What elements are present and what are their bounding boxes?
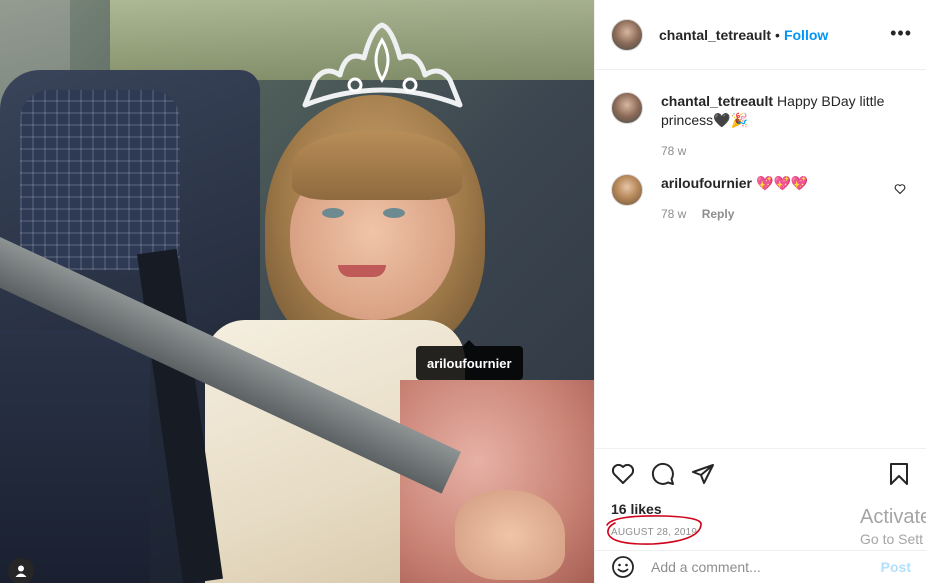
red-annotation-circle <box>606 515 702 545</box>
child-eye-left <box>322 208 344 218</box>
commenter-avatar[interactable] <box>611 92 643 124</box>
author-avatar[interactable] <box>611 18 643 51</box>
comment-item: chantal_tetreault Happy BDay little princ… <box>611 92 910 158</box>
more-options-button[interactable]: ••• <box>890 24 912 42</box>
like-button[interactable] <box>611 462 635 486</box>
comment-text: chantal_tetreault Happy BDay little princ… <box>661 92 901 130</box>
comment-item: ariloufournier 💖💖💖 78 w Reply <box>611 174 910 221</box>
comment-like-button[interactable] <box>894 182 906 200</box>
share-button[interactable] <box>691 462 715 486</box>
separator-dot: • <box>775 26 780 43</box>
comment-age[interactable]: 78 w <box>661 207 686 221</box>
user-tag-tooltip[interactable]: ariloufournier <box>416 340 523 380</box>
car-seat-pattern <box>20 90 180 270</box>
comments-list: chantal_tetreault Happy BDay little princ… <box>595 70 926 221</box>
save-button[interactable] <box>887 462 911 486</box>
post-header: chantal_tetreault • Follow ••• <box>595 0 926 70</box>
user-tags-button[interactable] <box>8 558 34 583</box>
child-hand <box>455 490 565 580</box>
tiara <box>302 22 463 108</box>
reply-button[interactable]: Reply <box>702 207 735 221</box>
user-tag-icon <box>15 565 27 577</box>
comment-text: ariloufournier 💖💖💖 <box>661 174 901 193</box>
comment-button[interactable] <box>651 462 675 486</box>
comment-icon <box>651 462 674 485</box>
action-bar <box>611 459 911 489</box>
add-comment-bar: Post <box>595 550 926 583</box>
commenter-username[interactable]: chantal_tetreault <box>661 93 773 109</box>
heart-icon <box>611 463 635 484</box>
child-bangs <box>292 130 462 200</box>
comment-age[interactable]: 78 w <box>661 144 686 158</box>
heart-icon <box>894 184 906 195</box>
user-tag-username: ariloufournier <box>427 355 512 371</box>
emoji-button[interactable] <box>611 555 635 579</box>
child-eye-right <box>383 208 405 218</box>
post-photo[interactable]: ariloufournier <box>0 0 594 583</box>
commenter-avatar[interactable] <box>611 174 643 206</box>
comment-body: ariloufournier 💖💖💖 78 w Reply <box>661 174 901 221</box>
car-seat-side <box>0 330 150 583</box>
bookmark-icon <box>890 463 908 485</box>
post-side-panel: chantal_tetreault • Follow ••• chantal_t… <box>594 0 926 583</box>
child-mouth <box>338 265 386 277</box>
author-username[interactable]: chantal_tetreault <box>659 27 771 43</box>
paper-plane-icon <box>692 464 714 484</box>
comment-meta: 78 w <box>661 144 901 158</box>
comment-meta: 78 w Reply <box>661 207 901 221</box>
smiley-icon <box>612 556 634 578</box>
follow-button[interactable]: Follow <box>784 27 828 43</box>
comment-input[interactable] <box>651 559 881 575</box>
comment-body: chantal_tetreault Happy BDay little princ… <box>661 92 901 158</box>
post-comment-button[interactable]: Post <box>881 559 911 575</box>
activation-watermark: Activate Go to Sett <box>860 506 926 547</box>
comment-message: 💖💖💖 <box>756 175 809 191</box>
watermark-line-2: Go to Sett <box>860 531 924 547</box>
watermark-line-1: Activate <box>860 506 926 528</box>
commenter-username[interactable]: ariloufournier <box>661 175 752 191</box>
